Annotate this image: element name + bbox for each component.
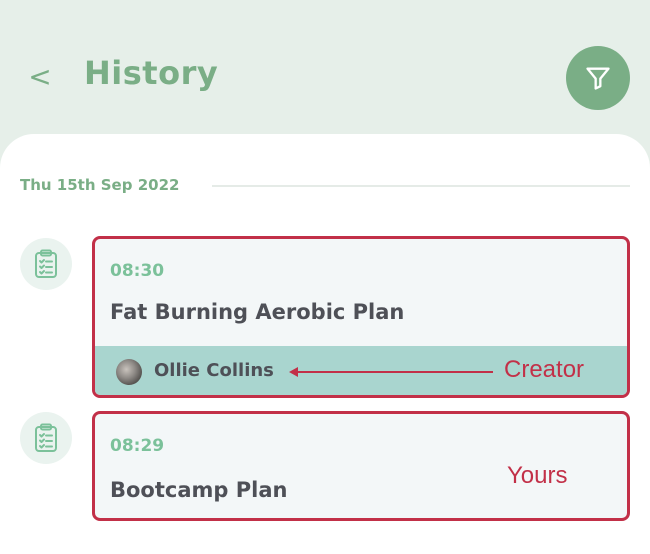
entry-time: 08:29 [110,436,165,456]
filter-button[interactable] [566,46,630,110]
entry-icon-badge [20,412,72,464]
creator-annotation: Creator [504,356,585,383]
date-divider [212,185,630,187]
history-card[interactable]: 08:29 Bootcamp Plan Yours [92,411,630,521]
creator-bar: Ollie Collins Creator [95,346,627,395]
back-button[interactable]: < [28,60,52,94]
entry-icon-badge [20,238,72,290]
header: < History [0,0,650,150]
date-heading: Thu 15th Sep 2022 [20,176,180,194]
annotation-arrow-head [289,367,298,377]
filter-icon [586,67,610,90]
page-title: History [84,54,219,92]
annotation-arrow [293,371,493,373]
clipboard-checklist-icon [35,423,57,452]
creator-name: Ollie Collins [154,360,274,381]
plan-name: Bootcamp Plan [110,478,288,502]
clipboard-checklist-icon [35,249,57,278]
yours-annotation: Yours [507,462,568,489]
entry-time: 08:30 [110,261,165,281]
avatar [116,359,142,385]
plan-name: Fat Burning Aerobic Plan [110,300,405,324]
history-card[interactable]: 08:30 Fat Burning Aerobic Plan Ollie Col… [92,236,630,398]
